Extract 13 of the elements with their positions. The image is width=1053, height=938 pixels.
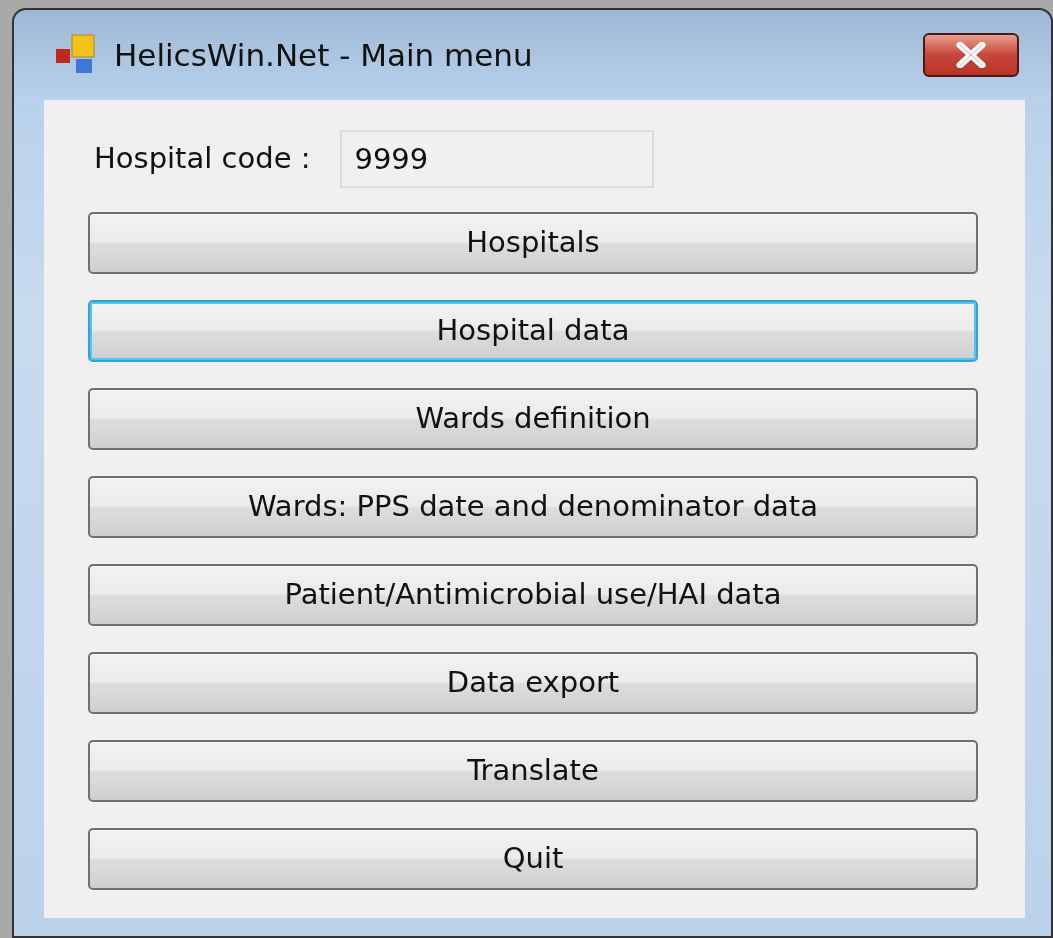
close-icon	[954, 42, 988, 68]
menu-button[interactable]: Hospital data	[88, 300, 978, 362]
menu-button[interactable]: Data export	[88, 652, 978, 714]
window-title: HelicsWin.Net - Main menu	[114, 35, 533, 75]
close-button[interactable]	[923, 33, 1019, 77]
field-label: Hospital code :	[94, 140, 311, 178]
menu-button[interactable]: Wards: PPS date and denominator data	[88, 476, 978, 538]
menu-button[interactable]: Wards definition	[88, 388, 978, 450]
hospital-code-field[interactable]: 9999	[340, 130, 655, 188]
menu-button[interactable]: Translate	[88, 740, 978, 802]
menu-button[interactable]: Hospitals	[88, 212, 978, 274]
menu-button[interactable]: Quit	[88, 828, 978, 890]
menu-button[interactable]: Patient/Antimicrobial use/HAI data	[88, 564, 978, 626]
